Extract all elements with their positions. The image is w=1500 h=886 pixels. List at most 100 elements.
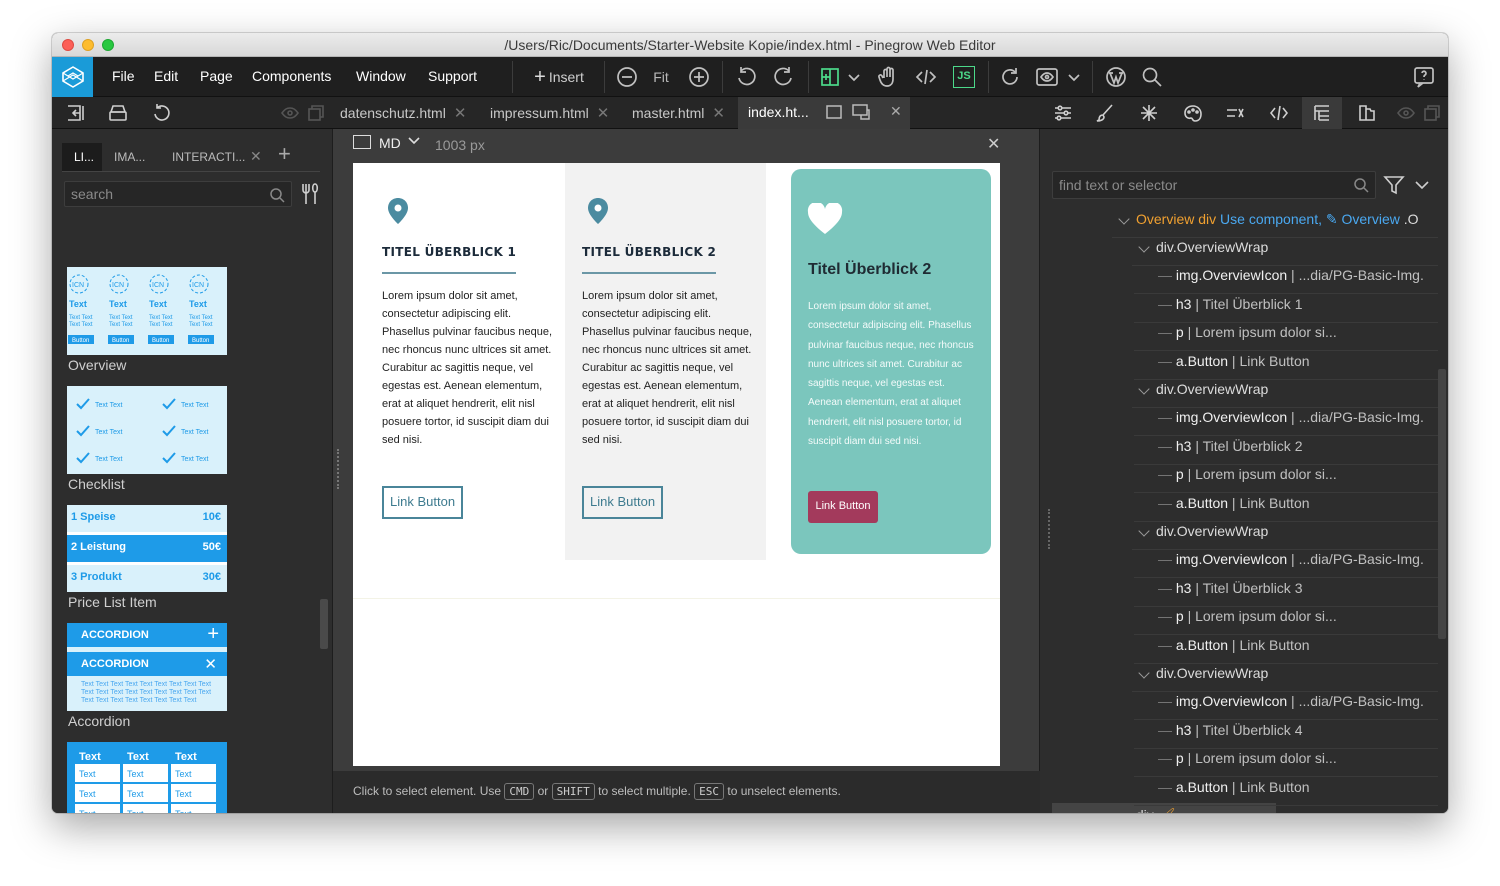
- layout-icon[interactable]: [816, 57, 844, 97]
- preview-icon[interactable]: [1032, 57, 1062, 97]
- single-view-icon[interactable]: [826, 105, 842, 122]
- tree-node-a[interactable]: — a.Button | Link Button: [1158, 353, 1310, 369]
- menu-components[interactable]: Components: [252, 68, 331, 84]
- code-icon[interactable]: [912, 57, 940, 97]
- menu-support[interactable]: Support: [428, 68, 477, 84]
- tree-node-h3[interactable]: — h3 | Titel Überblick 2: [1158, 438, 1302, 454]
- price-list-thumbnail[interactable]: 1 Speise 10€ 2 Leistung 50€ 3 Produkt 30€: [67, 505, 227, 592]
- tree-node-a[interactable]: — a.Button | Link Button: [1158, 495, 1310, 511]
- tab-index[interactable]: index.ht... ✕: [738, 97, 910, 129]
- link-button[interactable]: Link Button: [582, 486, 664, 519]
- add-tab-icon[interactable]: +: [278, 141, 291, 167]
- tree-node-a[interactable]: — a.Button | Link Button: [1158, 779, 1310, 795]
- link-button[interactable]: Link Button: [382, 486, 464, 519]
- tree-node-a[interactable]: — a.Button | Link Button: [1158, 637, 1310, 653]
- filter-icon[interactable]: [1382, 173, 1406, 197]
- help-icon[interactable]: [1410, 57, 1438, 97]
- menu-edit[interactable]: Edit: [154, 68, 178, 84]
- tools-icon[interactable]: [298, 181, 322, 207]
- chevron-down-icon[interactable]: [1064, 57, 1084, 97]
- tab-interactions[interactable]: INTERACTI...: [172, 143, 245, 171]
- expand-caret-icon[interactable]: [1138, 667, 1150, 679]
- tree-node-p[interactable]: — p | Lorem ipsum dolor si...: [1158, 608, 1337, 624]
- chevron-down-icon[interactable]: [844, 57, 864, 97]
- import-icon[interactable]: [64, 101, 88, 125]
- expand-caret-icon[interactable]: [1118, 213, 1130, 225]
- insert-button[interactable]: + Insert: [528, 57, 590, 97]
- library-search-input[interactable]: search: [64, 181, 292, 207]
- table-thumbnail[interactable]: Text Text Text Text Text Text Text Text Text Text…: [67, 742, 227, 813]
- tree-node-overview[interactable]: Overview div Use component, ✎ Overview .…: [1136, 211, 1419, 228]
- hand-icon[interactable]: [874, 57, 902, 97]
- tree-node-p[interactable]: — p | Lorem ipsum dolor si...: [1158, 750, 1337, 766]
- multi-view-icon[interactable]: [852, 104, 870, 123]
- expand-caret-icon[interactable]: [1138, 525, 1150, 537]
- tree-node-overview-wrap[interactable]: div.OverviewWrap: [1156, 381, 1268, 397]
- tree-node-img[interactable]: — img.OverviewIcon | ...dia/PG-Basic-Img…: [1158, 693, 1424, 709]
- menu-page[interactable]: Page: [200, 68, 233, 84]
- close-icon[interactable]: ✕: [712, 105, 725, 122]
- tree-node-overview-wrap[interactable]: div.OverviewWrap: [1156, 523, 1268, 539]
- tree-search-input[interactable]: find text or selector: [1052, 171, 1376, 199]
- close-icon[interactable]: ✕: [250, 148, 262, 165]
- eye-icon[interactable]: [280, 105, 300, 121]
- eye-icon[interactable]: [1396, 105, 1416, 121]
- brush-icon[interactable]: [1094, 102, 1116, 124]
- save-icon[interactable]: [106, 101, 130, 125]
- overview-column-3[interactable]: Titel Überblick 2 Lorem ipsum dolor sit …: [791, 169, 991, 554]
- close-icon[interactable]: ✕: [454, 105, 467, 122]
- tree-node-div[interactable]: — div 🖌: [1118, 807, 1175, 813]
- scrollbar[interactable]: [1438, 369, 1446, 639]
- close-icon[interactable]: ✕: [987, 134, 1000, 154]
- fit-button[interactable]: Fit: [648, 57, 674, 97]
- code-icon[interactable]: [1268, 102, 1290, 124]
- expand-caret-icon[interactable]: [1138, 241, 1150, 253]
- tab-datenschutz[interactable]: datenschutz.html ✕: [340, 97, 466, 129]
- resize-handle[interactable]: [1048, 509, 1050, 549]
- js-icon[interactable]: JS: [950, 57, 978, 97]
- accordion-thumbnail[interactable]: ACCORDION + ACCORDION ✕ Text Text Text Tex…: [67, 623, 227, 711]
- overview-column-2[interactable]: TITEL ÜBERBLICK 2 Lorem ipsum dolor sit …: [565, 163, 766, 560]
- expand-caret-icon[interactable]: [1138, 383, 1150, 395]
- tree-node-h3[interactable]: — h3 | Titel Überblick 3: [1158, 580, 1302, 596]
- overview-thumbnail[interactable]: ICN Text Text Text Text Text Button ICN Text Te…: [67, 267, 227, 355]
- link-button[interactable]: Link Button: [808, 491, 878, 523]
- tree-node-overview-wrap[interactable]: div.OverviewWrap: [1156, 665, 1268, 681]
- zoom-out-icon[interactable]: [614, 57, 640, 97]
- pinegrow-logo-icon[interactable]: [52, 57, 93, 97]
- redo-icon[interactable]: [770, 57, 798, 97]
- tree-node-img[interactable]: — img.OverviewIcon | ...dia/PG-Basic-Img…: [1158, 551, 1424, 567]
- tree-node-p[interactable]: — p | Lorem ipsum dolor si...: [1158, 324, 1337, 340]
- tree-node-h3[interactable]: — h3 | Titel Überblick 1: [1158, 296, 1302, 312]
- overview-column-1[interactable]: TITEL ÜBERBLICK 1 Lorem ipsum dolor sit …: [353, 163, 565, 560]
- actions-icon[interactable]: [1138, 102, 1160, 124]
- close-icon[interactable]: ✕: [890, 103, 902, 120]
- refresh-icon[interactable]: [996, 57, 1024, 97]
- library-icon[interactable]: [1356, 102, 1378, 124]
- revert-icon[interactable]: [150, 101, 174, 125]
- properties-icon[interactable]: [1052, 102, 1074, 124]
- tab-library[interactable]: LI...: [62, 143, 102, 171]
- tree-icon[interactable]: [1302, 97, 1342, 129]
- chevron-down-icon[interactable]: [1412, 175, 1432, 195]
- tree-node-p[interactable]: — p | Lorem ipsum dolor si...: [1158, 466, 1337, 482]
- menu-window[interactable]: Window: [356, 68, 406, 84]
- tab-master[interactable]: master.html ✕: [632, 97, 725, 129]
- chevron-down-icon[interactable]: [407, 133, 421, 152]
- wordpress-icon[interactable]: [1102, 57, 1130, 97]
- device-icon[interactable]: [353, 135, 371, 149]
- text-align-icon[interactable]: [1224, 102, 1246, 124]
- device-size-select[interactable]: MD: [379, 135, 401, 151]
- windows-icon[interactable]: [306, 104, 326, 122]
- windows-icon[interactable]: [1422, 104, 1442, 122]
- tree-node-img[interactable]: — img.OverviewIcon | ...dia/PG-Basic-Img…: [1158, 267, 1424, 283]
- checklist-thumbnail[interactable]: Text Text Text Text Text Text Text Text Text…: [67, 386, 227, 474]
- tab-impressum[interactable]: impressum.html ✕: [490, 97, 609, 129]
- tab-images[interactable]: IMA...: [114, 143, 145, 171]
- zoom-in-icon[interactable]: [686, 57, 712, 97]
- search-icon[interactable]: [1138, 57, 1166, 97]
- close-icon[interactable]: ✕: [597, 105, 610, 122]
- palette-icon[interactable]: [1182, 102, 1204, 124]
- tree-node-h3[interactable]: — h3 | Titel Überblick 4: [1158, 722, 1302, 738]
- undo-icon[interactable]: [732, 57, 760, 97]
